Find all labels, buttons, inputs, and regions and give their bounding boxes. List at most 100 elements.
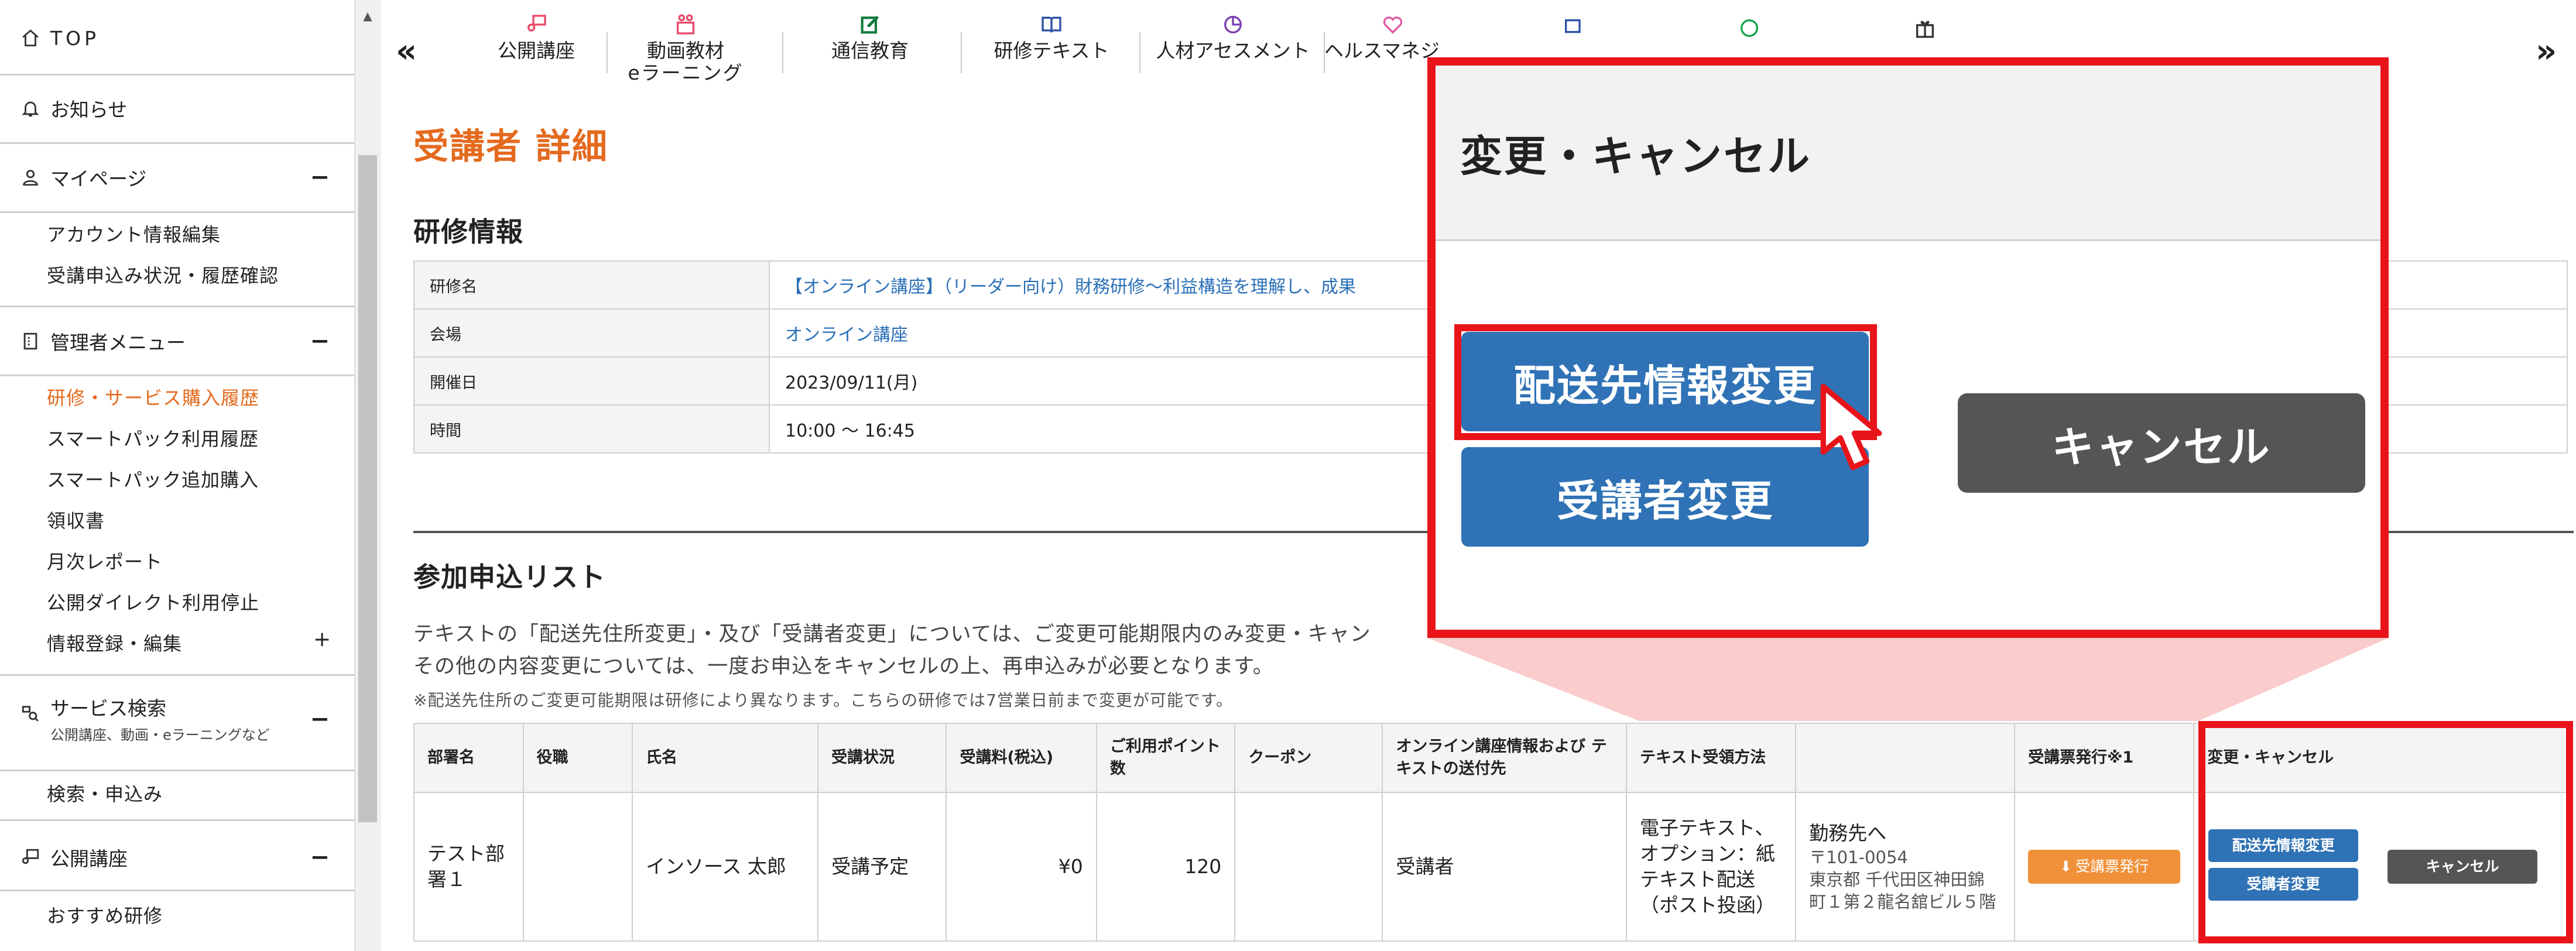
nav-item-sublabel: eラーニング (628, 61, 744, 84)
video-icon (677, 14, 694, 35)
position-cell (522, 792, 633, 942)
section-title-training: 研修情報 (413, 216, 523, 248)
sidebar-item-top[interactable]: TOP (0, 23, 354, 53)
nav-item-assessment[interactable]: 人材アセスメント (1145, 13, 1321, 62)
receive-method-cell: 電子テキスト、オプション：紙テキスト配送（ポスト投函） (1626, 792, 1797, 942)
sidebar-item-label: TOP (50, 26, 100, 50)
nav-next-icon[interactable]: » (2536, 32, 2557, 70)
sidebar-item-label: 情報登録・編集 (47, 633, 183, 655)
nav-item-label: 通信教育 (831, 39, 909, 62)
nav-item-health[interactable]: ヘルスマネジ (1324, 13, 1441, 62)
column-header: 役職 (522, 723, 633, 793)
sidebar-item-mypage[interactable]: マイページ − (0, 163, 354, 192)
ticket-cell: ⬇ 受講票発行 (2014, 792, 2195, 942)
column-header: クーポン (1234, 723, 1383, 793)
document-icon (16, 331, 44, 351)
address-title: 勤務先へ (1809, 822, 1887, 844)
table-label: 時間 (413, 404, 770, 454)
note-text: テキストの「配送先住所変更」・及び「受講者変更」については、ご変更可能期限内のみ… (413, 623, 1371, 646)
divider (0, 770, 354, 771)
correspondence-icon (861, 15, 879, 34)
monitor-icon[interactable] (1561, 16, 1587, 42)
table-label: 会場 (413, 308, 770, 358)
scrollbar-thumb[interactable] (358, 155, 377, 822)
sidebar-item-news[interactable]: お知らせ (0, 94, 354, 123)
button-label: 受講票発行 (2075, 858, 2149, 875)
zoom-change-participant-button[interactable]: 受講者変更 (1461, 447, 1869, 547)
nav-item-label: ヘルスマネジ (1324, 39, 1440, 62)
sidebar: TOP お知らせ マイページ − アカウント情報編集 受講申込み状況・履歴確認 … (0, 0, 354, 951)
screen: TOP お知らせ マイページ − アカウント情報編集 受講申込み状況・履歴確認 … (0, 0, 2576, 951)
column-header: テキスト受領方法 (1626, 723, 1797, 793)
nav-item-label: 人材アセスメント (1156, 39, 1310, 62)
issue-ticket-button[interactable]: ⬇ 受講票発行 (2028, 850, 2181, 884)
sidebar-subitem-direct-stop[interactable]: 公開ダイレクト利用停止 (47, 588, 259, 615)
table-label: 開催日 (413, 356, 770, 406)
address-line: 東京都 千代田区神田錦町１第２龍名舘ビル５階 (1809, 870, 1996, 912)
divider (0, 74, 354, 75)
collapse-toggle[interactable]: − (310, 328, 330, 355)
name-cell: インソース 太郎 (632, 792, 819, 942)
public-course-icon (16, 847, 44, 867)
divider (0, 142, 354, 144)
sidebar-subitem-purchase-history[interactable]: 研修・サービス購入履歴 (47, 383, 259, 410)
column-header: 受講票発行※1 (2014, 723, 2195, 793)
sidebar-item-public-course[interactable]: 公開講座 − (0, 843, 354, 872)
sidebar-subitem-info-edit[interactable]: 情報登録・編集 (47, 629, 340, 656)
column-header: ご利用ポイント数 (1095, 723, 1236, 793)
divider (0, 305, 354, 307)
nav-item-public-course[interactable]: 公開講座 (472, 13, 601, 62)
dept-cell: テスト部署１ (413, 792, 524, 942)
zoom-cancel-button[interactable]: キャンセル (1958, 393, 2365, 493)
heart-icon (1383, 16, 1403, 34)
coupon-cell (1234, 792, 1383, 942)
divider (0, 819, 354, 821)
sidebar-item-label: 公開講座 (50, 847, 128, 870)
divider (1139, 32, 1140, 73)
highlight-frame (2198, 721, 2573, 943)
scroll-up-arrow-icon[interactable]: ▲ (358, 7, 377, 25)
sidebar-item-label: マイページ (50, 167, 147, 190)
note-text: その他の内容変更については、一度お申込をキャンセルの上、再申込みが必要となります… (413, 655, 1274, 678)
section-title-list: 参加申込リスト (413, 561, 606, 593)
collapse-toggle[interactable]: − (310, 164, 330, 191)
zoom-callout: 変更・キャンセル 配送先情報変更 受講者変更 キャンセル (1427, 57, 2389, 638)
divider (0, 890, 354, 891)
book-icon (1042, 16, 1061, 33)
sidebar-subitem-history[interactable]: 受講申込み状況・履歴確認 (47, 261, 279, 288)
column-header: 氏名 (632, 723, 819, 793)
column-header: 受講状況 (817, 723, 947, 793)
sidebar-subitem-receipt[interactable]: 領収書 (47, 506, 105, 533)
nav-item-video[interactable]: 動画教材 eラーニング (618, 13, 753, 84)
expand-toggle[interactable]: + (313, 627, 331, 651)
column-header: 受講料(税込) (946, 723, 1097, 793)
nav-item-correspondence[interactable]: 通信教育 (794, 13, 946, 62)
nav-prev-icon[interactable]: « (396, 32, 417, 70)
gift-icon[interactable] (1912, 16, 1938, 42)
divider (0, 375, 354, 376)
nav-item-textbook[interactable]: 研修テキスト (970, 13, 1133, 62)
sidebar-subitem-recommended[interactable]: おすすめ研修 (47, 901, 163, 928)
assessment-icon (1224, 16, 1242, 33)
sidebar-subitem-smartpack-purchase[interactable]: スマートパック追加購入 (47, 465, 259, 492)
sidebar-subitem-monthly-report[interactable]: 月次レポート (47, 547, 163, 574)
column-header: オンライン講座情報および テキストの送付先 (1382, 723, 1628, 793)
address-cell: 勤務先へ 〒101-0054 東京都 千代田区神田錦町１第２龍名舘ビル５階 (1795, 792, 2016, 942)
sidebar-item-label: お知らせ (50, 98, 128, 121)
points-cell: 120 (1095, 792, 1236, 942)
user-icon (16, 167, 44, 187)
note-small-text: ※配送先住所のご変更可能期限は研修により異なります。こちらの研修では7営業日前ま… (413, 691, 1234, 710)
sidebar-item-service-search[interactable]: サービス検索 公開講座、動画・eラーニングなど − (0, 693, 354, 746)
sidebar-item-admin[interactable]: 管理者メニュー − (0, 327, 354, 356)
sidebar-subitem-account[interactable]: アカウント情報編集 (47, 220, 221, 247)
collapse-toggle[interactable]: − (310, 844, 330, 871)
download-icon: ⬇ (2060, 858, 2073, 875)
table-label: 研修名 (413, 260, 770, 310)
service-search-icon (16, 703, 44, 723)
sidebar-subitem-smartpack-history[interactable]: スマートパック利用履歴 (47, 424, 259, 451)
sidebar-subitem-search-apply[interactable]: 検索・申込み (47, 780, 163, 806)
fee-cell: ¥0 (946, 792, 1097, 942)
divider (607, 32, 608, 73)
point-icon[interactable] (1736, 16, 1762, 42)
collapse-toggle[interactable]: − (310, 706, 330, 733)
